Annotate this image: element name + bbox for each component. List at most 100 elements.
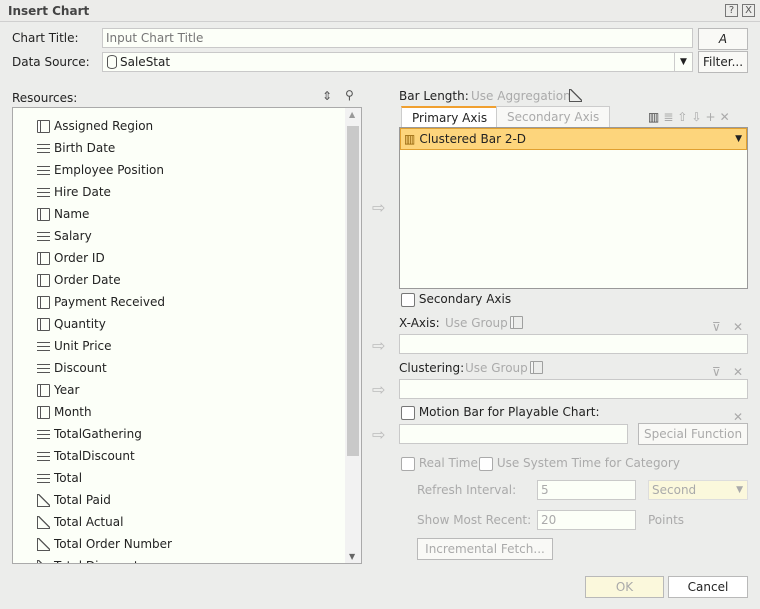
bar-length-label: Bar Length:	[399, 89, 469, 103]
clear-icon[interactable]: ✕	[733, 365, 743, 379]
resource-item[interactable]: Total Paid	[37, 489, 111, 511]
resource-item-label: Name	[54, 207, 90, 221]
chevron-down-icon[interactable]: ▼	[674, 53, 692, 71]
motion-bar-label: Motion Bar for Playable Chart:	[418, 405, 600, 419]
chart-list: ▥ Clustered Bar 2-D ▼	[399, 127, 748, 289]
resource-item[interactable]: Total Actual	[37, 511, 123, 533]
secondary-axis-checkbox[interactable]: Secondary Axis	[401, 292, 511, 307]
refresh-interval-label: Refresh Interval:	[417, 483, 517, 497]
resource-item[interactable]: Birth Date	[37, 137, 115, 159]
aggregation-icon[interactable]	[569, 89, 582, 102]
cancel-button[interactable]: Cancel	[668, 576, 748, 598]
resource-item-label: Order Date	[54, 273, 121, 287]
resource-item[interactable]: Total Order Number	[37, 533, 172, 555]
field-icon	[37, 429, 50, 439]
agg-icon	[37, 559, 50, 563]
unit-select[interactable]: Second ▼	[648, 480, 748, 500]
edit-icon[interactable]: ≣	[663, 110, 677, 124]
move-down-icon[interactable]: ⇩	[691, 110, 705, 124]
resource-item[interactable]: Quantity	[37, 313, 106, 335]
filter-icon[interactable]: ⊽	[712, 365, 721, 379]
resource-item[interactable]: TotalDiscount	[37, 445, 135, 467]
field-icon	[37, 341, 50, 351]
resource-item-label: Salary	[54, 229, 92, 243]
field-icon	[37, 451, 50, 461]
incremental-fetch-button[interactable]: Incremental Fetch...	[417, 538, 553, 560]
resource-item-label: Assigned Region	[54, 119, 154, 133]
resource-item[interactable]: Unit Price	[37, 335, 112, 357]
clear-icon[interactable]: ✕	[733, 410, 743, 424]
add-xaxis-arrow-icon[interactable]: ⇨	[372, 336, 385, 355]
agg-icon	[37, 493, 50, 507]
add-clustering-arrow-icon[interactable]: ⇨	[372, 380, 385, 399]
scroll-up-icon[interactable]: ▲	[349, 110, 355, 119]
delete-icon[interactable]: ✕	[720, 110, 734, 124]
refresh-interval-input[interactable]: 5	[537, 480, 636, 500]
resource-item[interactable]: Hire Date	[37, 181, 111, 203]
group-icon[interactable]	[510, 316, 523, 329]
data-source-value: SaleStat	[120, 55, 171, 69]
show-recent-input[interactable]: 20	[537, 510, 636, 530]
resource-item[interactable]: Year	[37, 379, 79, 401]
tab-primary-axis[interactable]: Primary Axis	[401, 106, 499, 128]
tab-secondary-axis[interactable]: Secondary Axis	[496, 106, 611, 128]
agg-icon	[37, 537, 50, 551]
motion-bar-checkbox[interactable]: Motion Bar for Playable Chart:	[401, 405, 600, 420]
filter-button[interactable]: Filter...	[698, 51, 748, 73]
resources-list[interactable]: Total Discount Total Order Number Total Ac…	[12, 107, 362, 564]
resource-item[interactable]: TotalGathering	[37, 423, 142, 445]
ok-button[interactable]: OK	[585, 576, 664, 598]
table-icon	[37, 207, 50, 221]
chart-title-label: Chart Title:	[12, 31, 79, 45]
sort-icon[interactable]: ⇕	[322, 89, 332, 103]
field-icon	[37, 143, 50, 153]
chart-type-icon[interactable]: ▥	[648, 110, 663, 124]
resource-item[interactable]: Order ID	[37, 247, 105, 269]
move-up-icon[interactable]: ⇧	[677, 110, 691, 124]
chevron-down-icon[interactable]: ▼	[735, 134, 742, 144]
clustering-hint: Use Group	[465, 361, 528, 375]
clustering-label: Clustering:	[399, 361, 465, 375]
x-axis-hint: Use Group	[445, 316, 508, 330]
resource-item[interactable]: Discount	[37, 357, 107, 379]
scroll-thumb[interactable]	[347, 126, 359, 456]
resource-item[interactable]: Total	[37, 467, 82, 489]
x-axis-field[interactable]	[399, 334, 748, 354]
system-time-checkbox[interactable]: Use System Time for Category	[479, 456, 680, 471]
resource-item-label: Unit Price	[54, 339, 112, 353]
close-icon[interactable]: X	[742, 4, 755, 17]
format-button[interactable]: A	[698, 28, 748, 50]
motion-bar-field[interactable]	[399, 424, 628, 444]
table-icon	[37, 251, 50, 265]
resource-item[interactable]: Order Date	[37, 269, 121, 291]
dialog-title: Insert Chart	[8, 4, 90, 18]
database-icon	[107, 55, 117, 69]
clear-icon[interactable]: ✕	[733, 320, 743, 334]
real-time-checkbox[interactable]: Real Time	[401, 456, 478, 471]
clustering-field[interactable]	[399, 379, 748, 399]
search-icon[interactable]: ⚲	[345, 88, 354, 102]
resource-item[interactable]: Salary	[37, 225, 92, 247]
add-arrow-icon[interactable]: ⇨	[372, 198, 385, 217]
chart-item-selected[interactable]: ▥ Clustered Bar 2-D ▼	[400, 128, 747, 150]
scrollbar[interactable]: ▲ ▼	[345, 108, 361, 563]
add-motion-arrow-icon[interactable]: ⇨	[372, 425, 385, 444]
special-function-button[interactable]: Special Function	[638, 423, 748, 445]
system-time-label: Use System Time for Category	[496, 456, 680, 470]
resource-item[interactable]: Total Discount	[37, 555, 139, 563]
resource-item[interactable]: Month	[37, 401, 92, 423]
bar-chart-icon: ▥	[404, 132, 416, 146]
resource-item[interactable]: Employee Position	[37, 159, 164, 181]
resource-item[interactable]: Name	[37, 203, 89, 225]
filter-icon[interactable]: ⊽	[712, 320, 721, 334]
resource-item-label: TotalDiscount	[54, 449, 135, 463]
add-icon[interactable]: +	[706, 110, 720, 124]
data-source-select[interactable]: SaleStat ▼	[102, 52, 693, 72]
scroll-down-icon[interactable]: ▼	[349, 552, 355, 561]
resource-item[interactable]: Payment Received	[37, 291, 165, 313]
chart-title-input[interactable]	[102, 28, 693, 48]
table-icon	[37, 317, 50, 331]
resource-item[interactable]: Assigned Region	[37, 115, 153, 137]
group-icon[interactable]	[530, 361, 543, 374]
help-icon[interactable]: ?	[725, 4, 738, 17]
